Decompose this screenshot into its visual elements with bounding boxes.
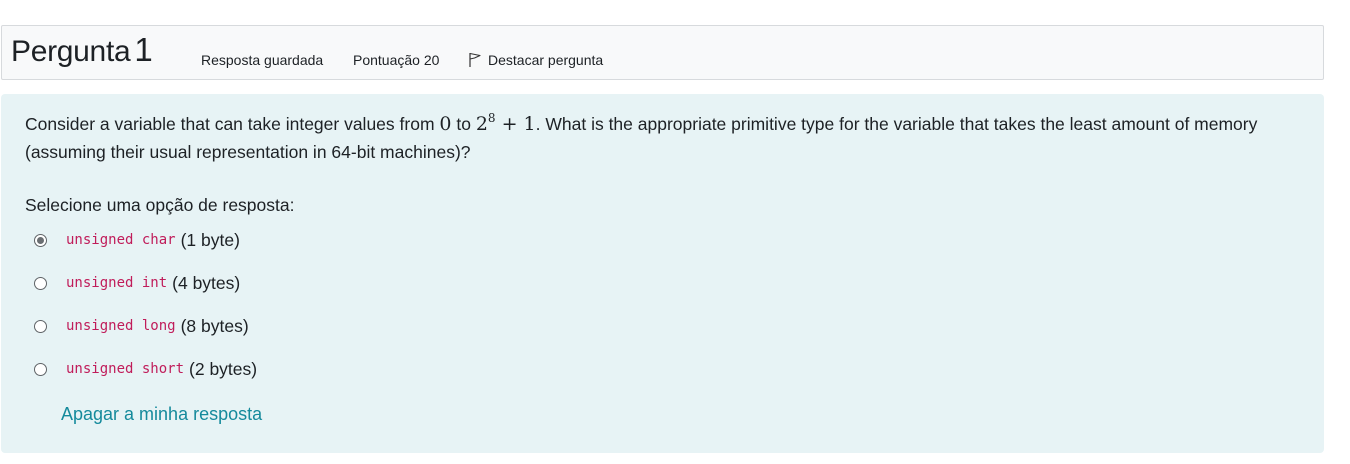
question-number: 1 [134,31,153,68]
math-base: 2 [475,113,488,135]
answer-option-unsigned-char[interactable]: unsigned char (1 byte) [34,228,240,252]
math-exponent: 8 [487,111,496,125]
question-text-to: to [451,114,476,134]
answer-size: (1 byte) [180,229,240,250]
math-zero: 0 [439,113,452,135]
question-grade: Pontuação 20 [353,52,440,68]
radio-button[interactable] [34,319,47,333]
math-expression: 28 + 1 [475,111,536,135]
answer-prompt: Selecione uma opção de resposta: [25,195,295,215]
radio-button[interactable] [34,276,47,290]
answer-code: unsigned char [66,232,176,248]
question-text: Consider a variable that can take intege… [25,110,1295,166]
flag-question-label: Destacar pergunta [488,52,604,68]
radio-button[interactable] [34,362,47,376]
answer-size: (4 bytes) [172,272,241,293]
answer-code: unsigned int [66,275,168,291]
answer-code: unsigned short [66,361,185,377]
question-state: Resposta guardada [201,52,324,68]
clear-choice-link[interactable]: Apagar a minha resposta [61,404,262,425]
flag-question-button[interactable]: Destacar pergunta [468,52,603,68]
question-label: Pergunta [11,35,131,68]
flag-outline-icon [469,52,481,67]
answer-code: unsigned long [66,318,176,334]
answer-size: (8 bytes) [180,315,249,336]
question-info-panel: Pergunta 1 Resposta guardada Pontuação 20… [1,25,1324,80]
radio-button-selected[interactable] [34,233,47,247]
answer-option-unsigned-short[interactable]: unsigned short (2 bytes) [34,357,257,381]
question-text-start: Consider a variable that can take intege… [25,114,440,134]
answer-size: (2 bytes) [189,358,258,379]
math-plus-one: + 1 [495,113,536,135]
answer-option-unsigned-long[interactable]: unsigned long (8 bytes) [34,314,249,338]
question-number-heading: Pergunta 1 [11,31,153,69]
question-content: Consider a variable that can take intege… [1,94,1324,453]
answer-option-unsigned-int[interactable]: unsigned int (4 bytes) [34,271,240,295]
